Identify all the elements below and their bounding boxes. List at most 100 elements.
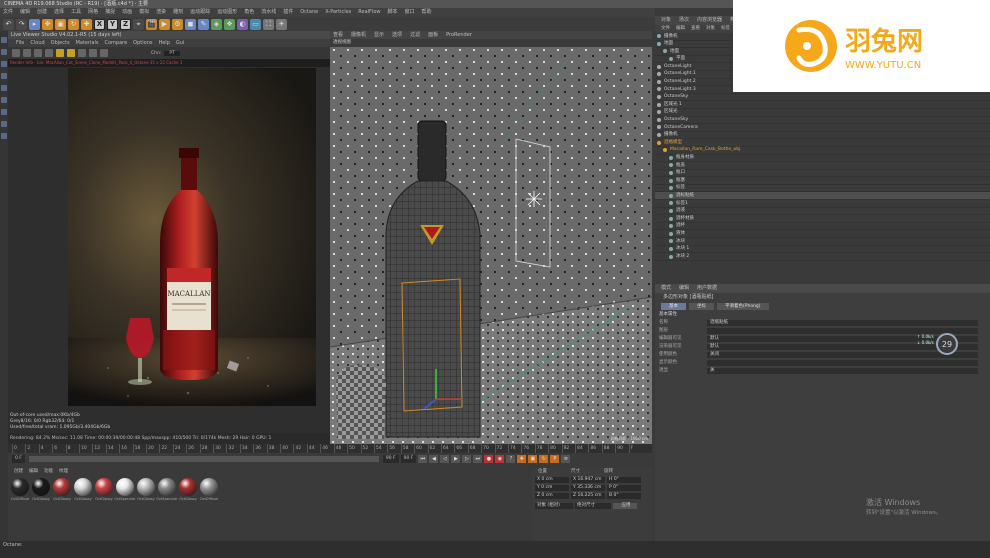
viewport-menu-item-6[interactable]: ProRender xyxy=(446,31,472,39)
object-tree-item[interactable]: 标签1 xyxy=(655,200,990,208)
cloner-icon[interactable]: ❖ xyxy=(224,18,235,30)
menu-item-12[interactable]: 运动图形 xyxy=(217,8,237,17)
subtab-phong[interactable]: 平滑着色(Phong) xyxy=(717,303,769,310)
coord-field[interactable]: H 0° xyxy=(607,477,641,483)
live-viewer-menu-item-2[interactable]: Objects xyxy=(51,39,70,47)
axis-mode-icon[interactable] xyxy=(1,109,7,115)
attribute-tab-2[interactable]: 用户数据 xyxy=(697,284,717,293)
coord-field[interactable]: X 16.947 cm xyxy=(571,477,605,483)
workplane-icon[interactable] xyxy=(1,61,7,67)
viewport-menu-item-4[interactable]: 过滤 xyxy=(410,31,420,39)
coord-field[interactable]: Y 35.336 cm xyxy=(571,485,605,491)
render-view-icon[interactable]: 🎬 xyxy=(146,18,157,30)
apply-button[interactable]: 应用 xyxy=(613,503,637,509)
cube-icon[interactable]: ◼ xyxy=(185,18,196,30)
max-frame-field[interactable]: 90 F xyxy=(400,455,417,463)
material-item[interactable]: OctGlossy xyxy=(179,478,197,501)
attribute-value[interactable] xyxy=(707,328,978,334)
focus-picker-icon[interactable] xyxy=(89,49,97,57)
frame-range-slider[interactable] xyxy=(28,456,379,462)
live-viewer-menu-item-4[interactable]: Compare xyxy=(104,39,127,47)
material-item[interactable]: OctDiffuse xyxy=(11,478,29,501)
coord-field[interactable]: X 0 cm xyxy=(535,477,569,483)
key-position-icon[interactable]: ✥ xyxy=(517,455,527,463)
attribute-value[interactable]: 酒瓶贴纸 xyxy=(707,320,978,326)
pause-render-icon[interactable] xyxy=(34,49,42,57)
material-item[interactable]: OctGlossy xyxy=(53,478,71,501)
menu-item-1[interactable]: 编辑 xyxy=(20,8,30,17)
send-scene-icon[interactable] xyxy=(12,49,20,57)
coord-mode-select[interactable]: 对象 (相对) xyxy=(535,503,573,509)
object-tree-item[interactable]: 酒杯 xyxy=(655,223,990,231)
key-scale-icon[interactable]: ▣ xyxy=(528,455,538,463)
keyframe-select-icon[interactable]: ? xyxy=(506,455,516,463)
material-item[interactable]: OctGlossy xyxy=(74,478,92,501)
material-item[interactable]: OctSpecular xyxy=(156,478,178,501)
auto-key-icon[interactable]: ◉ xyxy=(495,455,505,463)
timeline-menu-icon[interactable]: ≡ xyxy=(561,455,571,463)
points-mode-icon[interactable] xyxy=(1,73,7,79)
viewport-menu-item-2[interactable]: 显示 xyxy=(374,31,384,39)
object-tree-item[interactable]: 瓶塞 xyxy=(655,177,990,185)
menu-item-14[interactable]: 流水线 xyxy=(261,8,276,17)
play-backward-icon[interactable]: ◁ xyxy=(440,455,450,463)
floor-icon[interactable]: ▭ xyxy=(250,18,261,30)
subdivision-icon[interactable]: ◈ xyxy=(211,18,222,30)
menu-item-19[interactable]: 脚本 xyxy=(387,8,397,17)
camera-icon[interactable]: ⛶ xyxy=(263,18,274,30)
object-tree-item[interactable]: OctaneCamera xyxy=(655,124,990,132)
attribute-value[interactable]: 关 xyxy=(707,368,978,374)
object-tree-item[interactable]: 瓶盖 xyxy=(655,162,990,170)
object-tree-item[interactable]: 区域光 xyxy=(655,109,990,117)
record-icon[interactable]: ● xyxy=(484,455,494,463)
object-tree-item[interactable]: 区域光 1 xyxy=(655,101,990,109)
timeline-ruler[interactable]: 0 2 4 6 8 10 12 14 16 18 20 22 24 26 28 30 32 34 36 38 40 42 4… xyxy=(8,444,652,453)
lock-workplane-icon[interactable] xyxy=(1,133,7,139)
menu-item-4[interactable]: 工具 xyxy=(71,8,81,17)
menu-item-2[interactable]: 创建 xyxy=(37,8,47,17)
object-tree-item[interactable]: 标签 xyxy=(655,185,990,193)
material-item[interactable]: OctGlossy xyxy=(137,478,155,501)
axis-y-button[interactable]: Y xyxy=(107,18,118,30)
object-tree-item[interactable]: Macallan_Rare_Cask_Bottle_obj xyxy=(655,147,990,155)
subtab-coordinates[interactable]: 坐标 xyxy=(689,303,714,310)
attribute-tab-1[interactable]: 编辑 xyxy=(679,284,689,293)
axis-z-button[interactable]: Z xyxy=(120,18,131,30)
menu-item-18[interactable]: RealFlow xyxy=(358,8,380,17)
attribute-tab-0[interactable]: 模式 xyxy=(661,284,671,293)
perspective-viewport[interactable]: 查看 摄像机 显示 选项 过滤 面板 ProRender 透视视图 网格间距:… xyxy=(330,31,652,444)
object-tree-item[interactable]: 瓶口 xyxy=(655,170,990,178)
subtab-basic[interactable]: 基本 xyxy=(661,303,686,310)
object-tab-2[interactable]: 内容浏览器 xyxy=(697,16,722,25)
coord-field[interactable]: P 0° xyxy=(607,485,641,491)
viewport-menu-item-3[interactable]: 选项 xyxy=(392,31,402,39)
material-menu-item-0[interactable]: 创建 xyxy=(14,468,23,476)
go-end-icon[interactable]: ⏭ xyxy=(473,455,483,463)
menu-item-17[interactable]: X-Particles xyxy=(325,8,351,17)
snap-icon[interactable] xyxy=(1,121,7,127)
menu-item-0[interactable]: 文件 xyxy=(3,8,13,17)
object-tree-item[interactable]: 冰块 2 xyxy=(655,253,990,261)
object-tree-item[interactable]: 瓶身材质 xyxy=(655,155,990,163)
object-tree-item[interactable]: 冰块 xyxy=(655,238,990,246)
menu-item-9[interactable]: 渲染 xyxy=(156,8,166,17)
redo-icon[interactable]: ↷ xyxy=(16,18,27,30)
live-viewer-menu-item-1[interactable]: Cloud xyxy=(30,39,44,47)
object-tree-item[interactable]: OctaneSky xyxy=(655,117,990,125)
live-viewer-menu-item-5[interactable]: Options xyxy=(133,39,152,47)
pen-icon[interactable]: ✎ xyxy=(198,18,209,30)
object-menu-item-3[interactable]: 对象 xyxy=(706,25,715,33)
select-icon[interactable]: ▸ xyxy=(29,18,40,30)
object-menu-item-4[interactable]: 标签 xyxy=(721,25,730,33)
render-picture-icon[interactable]: ▶ xyxy=(159,18,170,30)
size-mode-select[interactable]: 绝对尺寸 xyxy=(575,503,611,509)
polygons-mode-icon[interactable] xyxy=(1,97,7,103)
material-menu-item-3[interactable]: 纹理 xyxy=(59,468,68,476)
object-tab-1[interactable]: 场次 xyxy=(679,16,689,25)
object-tab-0[interactable]: 对象 xyxy=(661,16,671,25)
menu-item-11[interactable]: 运动跟踪 xyxy=(190,8,210,17)
render-settings-icon[interactable]: ⚙ xyxy=(172,18,183,30)
attribute-value[interactable] xyxy=(707,360,978,366)
object-tree-item[interactable]: OctaneSky xyxy=(655,94,990,102)
material-menu-item-2[interactable]: 功能 xyxy=(44,468,53,476)
